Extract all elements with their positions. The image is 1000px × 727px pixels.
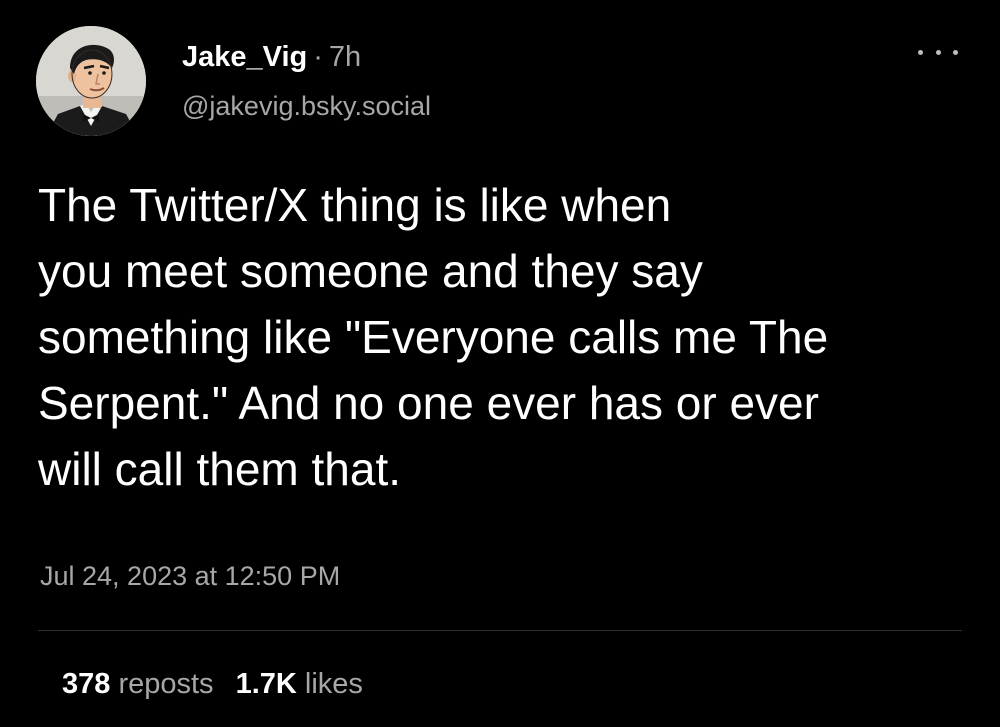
post-timestamp[interactable]: Jul 24, 2023 at 12:50 PM [40,560,340,592]
post-text-line: will call them that. [38,443,402,495]
post-text-line: The Twitter/X thing is like when [38,179,672,231]
author-display-name[interactable]: Jake_Vig [182,41,307,73]
likes-count: 1.7K [235,668,297,700]
avatar[interactable] [36,26,146,136]
more-dot [935,49,941,55]
avatar-illustration [36,26,146,136]
reposts-stat[interactable]: 378 reposts [62,668,214,700]
header-separator: · [313,41,323,73]
reposts-label: reposts [118,668,214,700]
likes-stat[interactable]: 1.7K likes [236,668,363,700]
more-dot [918,49,923,55]
post-text-line: Serpent." And no one ever has or ever [38,377,819,429]
engagement-stats: 378 reposts 1.7K likes [62,666,363,702]
more-options-icon[interactable] [918,42,958,62]
post-text-line: you meet someone and they say [38,245,703,297]
author-handle[interactable]: @jakevig.bsky.social [182,90,431,122]
relative-time[interactable]: 7h [329,41,361,73]
reposts-count: 378 [62,668,111,700]
divider [38,630,962,631]
post-card: Jake_Vig · 7h @jakevig.bsky.social The Twi… [0,0,1000,727]
post-header: Jake_Vig · 7h [182,40,361,74]
likes-label: likes [304,668,363,700]
more-dot [953,49,958,55]
post-body-text: The Twitter/X thing is like when you mee… [38,172,978,502]
post-text-line: something like "Everyone calls me The [38,311,829,363]
